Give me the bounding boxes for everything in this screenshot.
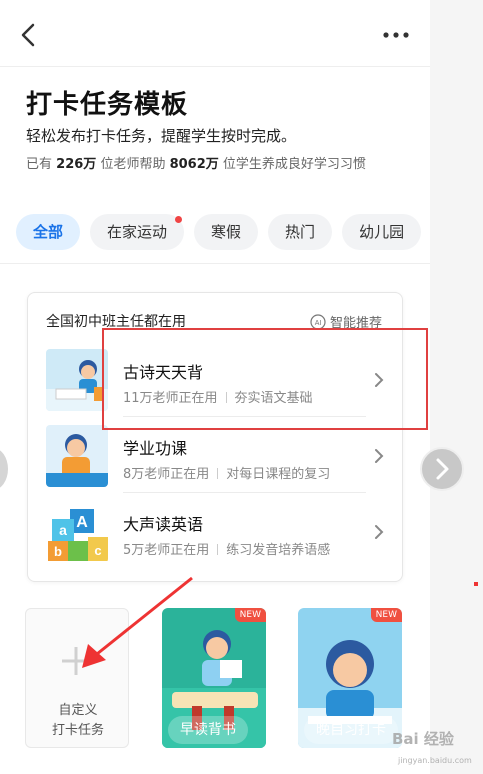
side-panel (430, 0, 483, 774)
new-badge: NEW (370, 608, 402, 622)
divider (123, 492, 366, 493)
template-evening-study[interactable]: NEW 晚自习打卡 (298, 608, 402, 748)
watermark-url: jingyan.baidu.com (398, 756, 472, 765)
more-dots-icon[interactable] (378, 20, 414, 50)
task-users: 8万老师正在用 (123, 467, 210, 482)
page-title: 打卡任务模板 (26, 90, 189, 120)
annotation-arrow-icon (82, 576, 193, 668)
template-label: 早读背书 (168, 716, 248, 744)
teacher-count: 226万 (56, 157, 97, 172)
template-label: 晚自习打卡 (304, 716, 398, 744)
stats-prefix: 已有 (26, 157, 53, 172)
svg-text:A: A (76, 514, 88, 531)
tab-all[interactable]: 全部 (16, 214, 81, 250)
tab-label: 在家运动 (107, 223, 168, 241)
task-name: 大声读英语 (123, 515, 204, 534)
homework-thumbnail (46, 425, 108, 487)
task-users: 5万老师正在用 (123, 543, 210, 558)
divider (0, 66, 430, 67)
chevron-left-icon[interactable] (14, 20, 44, 50)
chevron-right-icon (375, 449, 384, 463)
marker-dot (474, 582, 478, 586)
task-desc: 练习发音培养语感 (226, 543, 331, 558)
svg-text:b: b (54, 544, 62, 559)
tab-home-sports[interactable]: 在家运动 (90, 214, 185, 250)
chevron-right-icon (375, 525, 384, 539)
new-badge: NEW (234, 608, 266, 622)
custom-label-line2: 打卡任务 (51, 723, 104, 738)
separator (217, 468, 219, 479)
task-meta: 8万老师正在用 对每日课程的复习 (123, 463, 330, 482)
english-thumbnail: A a b c (46, 501, 108, 563)
navbar (0, 0, 430, 66)
svg-text:a: a (59, 522, 67, 538)
chevron-right-icon (436, 458, 449, 480)
tab-label: 幼儿园 (359, 223, 405, 241)
stats-middle: 位老师帮助 (100, 157, 166, 172)
svg-text:c: c (94, 543, 101, 558)
poetry-thumbnail (46, 349, 108, 411)
tab-label: 寒假 (211, 223, 242, 241)
annotation-highlight-box (102, 328, 428, 430)
tab-kindergarten[interactable]: 幼儿园 (342, 214, 422, 250)
carousel-next-button[interactable] (420, 447, 464, 491)
student-count: 8062万 (169, 157, 219, 172)
watermark: Bai 经验 (392, 730, 454, 748)
task-item-english[interactable]: A a b c 大声读英语 5万老师正在用 练习发音培养语感 (46, 501, 386, 567)
task-desc: 对每日课程的复习 (226, 467, 331, 482)
new-dot (175, 216, 183, 223)
task-meta: 5万老师正在用 练习发音培养语感 (123, 539, 330, 558)
tab-popular[interactable]: 热门 (268, 214, 333, 250)
stats-suffix: 位学生养成良好学习习惯 (222, 157, 366, 172)
usage-stats: 已有 226万 位老师帮助 8062万 位学生养成良好学习习惯 (26, 153, 366, 172)
task-name: 学业功课 (123, 439, 188, 458)
page-subtitle: 轻松发布打卡任务，提醒学生按时完成。 (26, 127, 297, 145)
separator (217, 544, 219, 555)
category-tabs: 全部 在家运动 寒假 热门 幼儿园 (16, 214, 430, 252)
custom-label-line1: 自定义 (58, 703, 98, 718)
tab-winter-break[interactable]: 寒假 (194, 214, 259, 250)
svg-text:AI: AI (315, 320, 322, 327)
tab-label: 热门 (285, 223, 316, 241)
divider (0, 263, 430, 264)
task-item-homework[interactable]: 学业功课 8万老师正在用 对每日课程的复习 (46, 425, 386, 493)
tab-label: 全部 (33, 223, 64, 241)
